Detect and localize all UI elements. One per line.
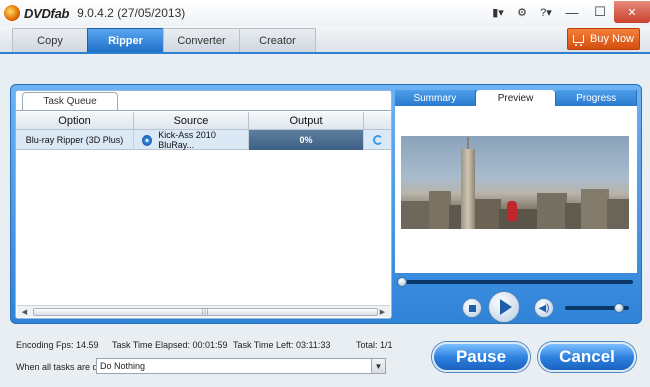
volume-button[interactable]: ◀) <box>534 298 554 318</box>
scrollbar-thumb[interactable]: ||| <box>33 308 378 316</box>
total-count: Total: 1/1 <box>356 340 393 350</box>
stop-icon <box>468 304 476 312</box>
column-option[interactable]: Option <box>16 112 134 130</box>
table-header: Option Source Output <box>16 112 391 130</box>
scroll-right-icon[interactable]: ▶ <box>377 307 388 317</box>
when-done-value: Do Nothing <box>100 361 146 371</box>
main-panel: Task Queue Option Source Output Blu-ray … <box>10 84 642 324</box>
help-menu-icon[interactable]: ?▾ <box>534 1 558 23</box>
tab-converter[interactable]: Converter <box>163 28 240 52</box>
tab-summary[interactable]: Summary <box>395 90 476 106</box>
cart-icon <box>572 35 584 46</box>
task-queue-panel: Task Queue Option Source Output Blu-ray … <box>15 90 392 319</box>
encoding-fps: Encoding Fps: 14.59 <box>16 340 99 350</box>
skyscraper-image <box>461 149 475 229</box>
bluray-disc-icon <box>142 134 153 146</box>
minimize-button[interactable]: — <box>558 1 586 23</box>
dvdfab-logo-icon <box>4 5 20 21</box>
task-queue-tab[interactable]: Task Queue <box>22 92 118 110</box>
speaker-icon: ◀) <box>538 302 550 314</box>
cancel-button[interactable]: Cancel <box>538 342 636 372</box>
tab-preview[interactable]: Preview <box>475 90 557 106</box>
horizontal-scrollbar[interactable]: ◀ ||| ▶ <box>17 305 390 317</box>
time-left: Task Time Left: 03:11:33 <box>233 340 331 350</box>
seek-handle[interactable] <box>397 277 407 287</box>
cell-source: Kick-Ass 2010 BluRay... <box>134 130 249 150</box>
table-row[interactable]: Blu-ray Ripper (3D Plus) Kick-Ass 2010 B… <box>16 130 391 150</box>
skin-menu-icon[interactable]: ▮▾ <box>486 1 510 23</box>
scroll-left-icon[interactable]: ◀ <box>19 307 30 317</box>
when-done-select[interactable]: Do Nothing ▼ <box>96 358 386 374</box>
column-status <box>364 112 391 130</box>
player-controls: ◀) <box>395 290 637 324</box>
processing-spinner-icon <box>372 135 383 145</box>
close-button[interactable]: ✕ <box>614 1 650 23</box>
tab-ripper[interactable]: Ripper <box>87 28 164 52</box>
seek-bar[interactable] <box>395 276 637 288</box>
source-title: Kick-Ass 2010 BluRay... <box>158 130 216 150</box>
play-icon <box>500 299 512 315</box>
time-elapsed: Task Time Elapsed: 00:01:59 <box>112 340 228 350</box>
cell-status <box>364 130 391 150</box>
maximize-button[interactable]: ☐ <box>586 1 614 23</box>
preview-screen <box>395 106 637 273</box>
volume-handle[interactable] <box>614 303 625 313</box>
window-controls: ▮▾ ⚙ ?▾ — ☐ ✕ <box>486 0 650 24</box>
chevron-down-icon[interactable]: ▼ <box>371 359 385 373</box>
stop-button[interactable] <box>462 298 482 318</box>
cell-option: Blu-ray Ripper (3D Plus) <box>16 130 134 150</box>
settings-gear-icon[interactable]: ⚙ <box>510 1 534 23</box>
queue-tab-divider <box>16 110 391 111</box>
video-frame <box>401 136 629 229</box>
buy-now-button[interactable]: Buy Now <box>567 28 640 50</box>
column-source[interactable]: Source <box>134 112 249 130</box>
cell-output-progress: 0% <box>249 130 364 150</box>
play-button[interactable] <box>488 291 520 323</box>
app-logo-text: DVDfab <box>24 5 70 21</box>
buy-now-label: Buy Now <box>589 33 635 45</box>
mode-nav-bar: Copy Ripper Converter Creator Buy Now <box>0 26 650 54</box>
preview-tabs: Summary Preview Progress <box>395 90 638 106</box>
mode-tabs: Copy Ripper Converter Creator <box>12 28 316 52</box>
app-version: 9.0.4.2 (27/05/2013) <box>77 6 186 20</box>
title-bar: DVDfab 9.0.4.2 (27/05/2013) ▮▾ ⚙ ?▾ — ☐ … <box>0 0 650 26</box>
tab-progress[interactable]: Progress <box>556 90 638 106</box>
tab-copy[interactable]: Copy <box>12 28 88 52</box>
caped-figure-image <box>507 201 517 221</box>
tab-creator[interactable]: Creator <box>239 28 316 52</box>
preview-panel: Summary Preview Progress ◀) <box>395 90 638 323</box>
column-output[interactable]: Output <box>249 112 364 130</box>
pause-button[interactable]: Pause <box>432 342 530 372</box>
